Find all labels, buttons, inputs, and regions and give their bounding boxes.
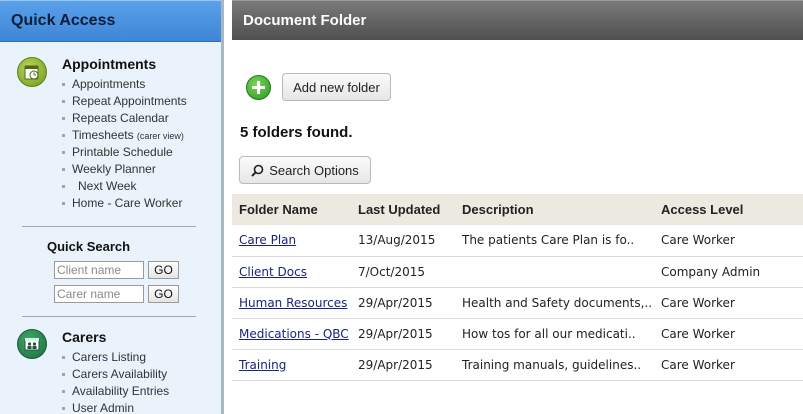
last-updated-cell: 7/Oct/2015 — [351, 256, 455, 288]
carers-section-title: Carers — [62, 329, 107, 345]
menu-item-home-care-worker[interactable]: Home - Care Worker — [62, 195, 187, 212]
folder-link[interactable]: Client Docs — [239, 265, 307, 279]
table-row: Medications - QBC 29/Apr/2015 How tos fo… — [232, 318, 803, 350]
timesheets-note: (carer view) — [136, 131, 184, 141]
table-row: Care Plan 13/Aug/2015 The patients Care … — [232, 225, 803, 257]
menu-item-availability-entries[interactable]: Availability Entries — [62, 383, 169, 400]
access-level-cell: Care Worker — [654, 287, 803, 319]
folder-name-cell: Client Docs — [232, 256, 351, 288]
last-updated-cell: 29/Apr/2015 — [351, 287, 455, 319]
folder-name-cell: Medications - QBC — [232, 318, 351, 350]
add-new-folder-button[interactable]: Add new folder — [282, 73, 391, 101]
column-header[interactable]: Last Updated — [351, 194, 455, 225]
access-level-cell: Care Worker — [654, 349, 803, 381]
folder-name-cell: Care Plan — [232, 225, 351, 257]
search-options-label: Search Options — [269, 162, 359, 178]
menu-item-printable-schedule[interactable]: Printable Schedule — [62, 144, 187, 161]
description-cell: Training manuals, guidelines.. — [455, 349, 654, 381]
client-go-button[interactable]: GO — [148, 261, 179, 279]
menu-item-timesheets[interactable]: Timesheets (carer view) — [62, 127, 187, 144]
carer-go-button[interactable]: GO — [148, 285, 179, 303]
magnifier-icon — [251, 164, 264, 177]
last-updated-cell: 29/Apr/2015 — [351, 318, 455, 350]
carers-menu: Carers Listing Carers Availability Avail… — [62, 349, 169, 414]
last-updated-cell: 29/Apr/2015 — [351, 349, 455, 381]
quick-access-header: Quick Access — [0, 0, 221, 42]
menu-item-weekly-planner[interactable]: Weekly Planner — [62, 161, 187, 178]
folder-link[interactable]: Human Resources — [239, 296, 347, 310]
quick-search-title: Quick Search — [47, 239, 131, 254]
description-cell: The patients Care Plan is fo.. — [455, 225, 654, 257]
document-folder-panel: Document Folder Add new folder 5 folders… — [232, 0, 803, 414]
search-options-button[interactable]: Search Options — [239, 156, 371, 184]
folders-table: Folder Name Last Updated Description Acc… — [232, 194, 803, 381]
appointments-menu: Appointments Repeat Appointments Repeats… — [62, 76, 187, 212]
client-name-input[interactable] — [54, 261, 144, 279]
carers-icon — [17, 329, 47, 359]
access-level-cell: Care Worker — [654, 225, 803, 257]
description-cell: Health and Safety documents,.. — [455, 287, 654, 319]
menu-item-repeats-calendar[interactable]: Repeats Calendar — [62, 110, 187, 127]
carer-name-input[interactable] — [54, 285, 144, 303]
menu-item-carers-listing[interactable]: Carers Listing — [62, 349, 169, 366]
description-cell: How tos for all our medicati.. — [455, 318, 654, 350]
access-level-cell: Company Admin — [654, 256, 803, 288]
page-title: Document Folder — [232, 0, 803, 40]
last-updated-cell: 13/Aug/2015 — [351, 225, 455, 257]
table-row: Training 29/Apr/2015 Training manuals, g… — [232, 349, 803, 381]
folder-link[interactable]: Medications - QBC — [239, 327, 349, 341]
access-level-cell: Care Worker — [654, 318, 803, 350]
column-header[interactable]: Access Level — [654, 194, 803, 225]
sidebar-divider — [22, 316, 196, 317]
quick-access-sidebar: Quick Access Appointments Appointments R… — [0, 0, 224, 414]
column-header[interactable]: Description — [455, 194, 654, 225]
folder-name-cell: Training — [232, 349, 351, 381]
description-cell — [455, 256, 654, 288]
plus-circle-icon[interactable] — [246, 75, 271, 100]
column-header[interactable]: Folder Name — [232, 194, 351, 225]
menu-item-next-week[interactable]: Next Week — [62, 178, 187, 195]
appointments-section-title: Appointments — [62, 56, 157, 72]
sidebar-divider — [22, 226, 196, 227]
folder-link[interactable]: Care Plan — [239, 233, 296, 247]
results-count: 5 folders found. — [240, 124, 353, 141]
folder-link[interactable]: Training — [239, 358, 286, 372]
menu-item-user-admin[interactable]: User Admin — [62, 400, 169, 414]
table-row: Human Resources 29/Apr/2015 Health and S… — [232, 287, 803, 319]
menu-item-appointments[interactable]: Appointments — [62, 76, 187, 93]
folder-name-cell: Human Resources — [232, 287, 351, 319]
calendar-clock-icon — [17, 57, 47, 87]
menu-item-carers-availability[interactable]: Carers Availability — [62, 366, 169, 383]
menu-item-repeat-appointments[interactable]: Repeat Appointments — [62, 93, 187, 110]
table-row: Client Docs 7/Oct/2015 Company Admin — [232, 256, 803, 288]
table-header-row: Folder Name Last Updated Description Acc… — [232, 194, 803, 225]
